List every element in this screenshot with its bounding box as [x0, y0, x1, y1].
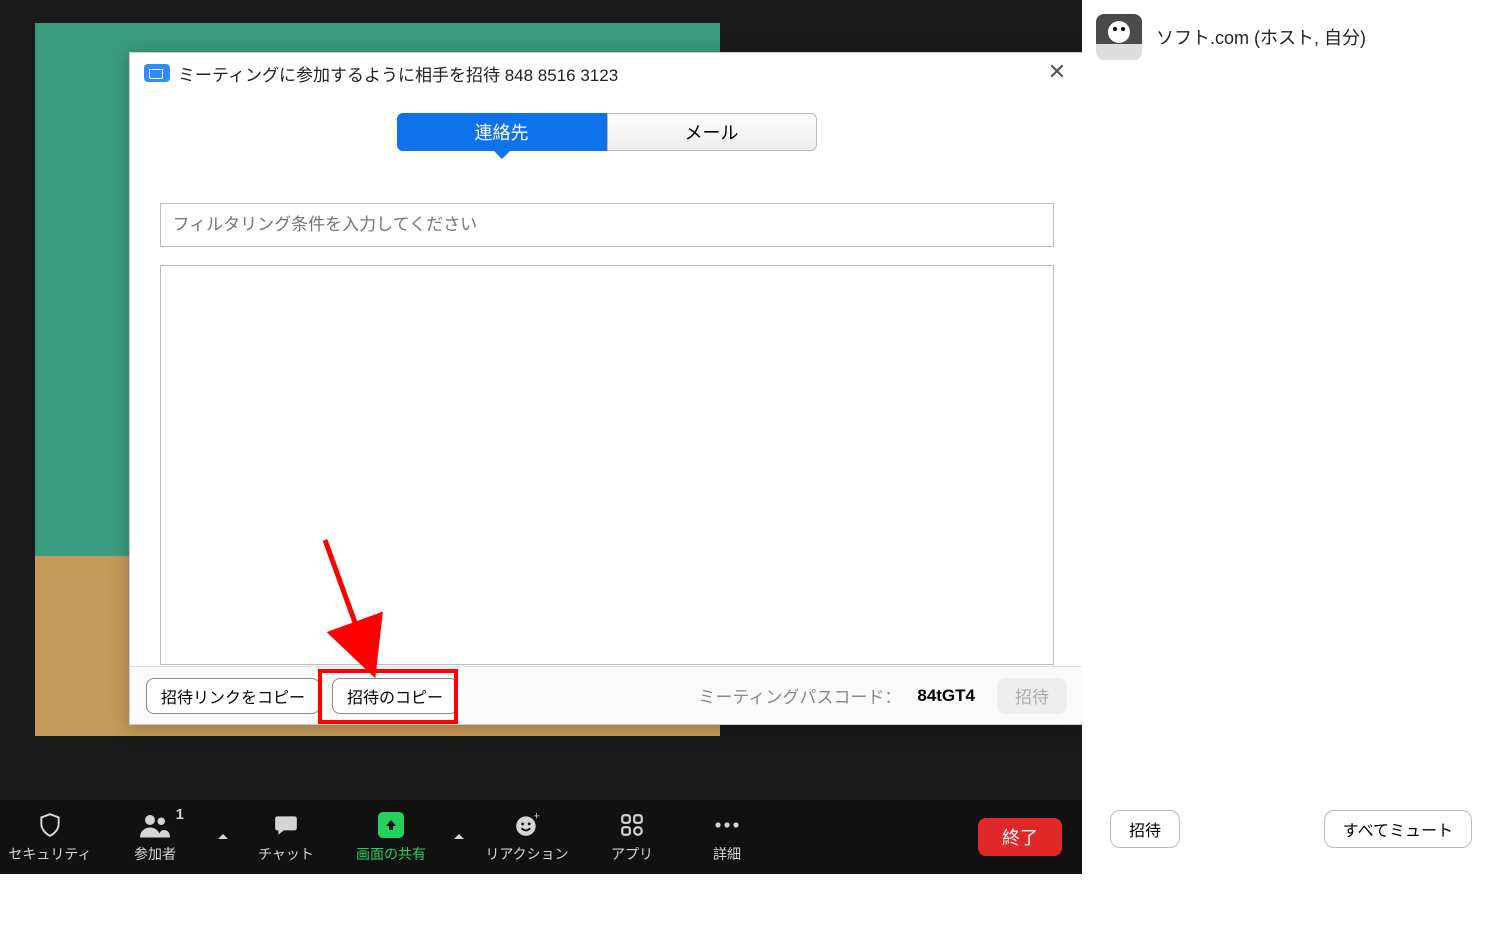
participants-chevron[interactable] — [210, 800, 236, 874]
toolbar-share-label: 画面の共有 — [356, 844, 426, 864]
dialog-header: ミーティングに参加するように相手を招待 848 8516 3123 ✕ — [130, 53, 1083, 93]
toolbar-apps[interactable]: アプリ — [582, 800, 682, 874]
toolbar-more-label: 詳細 — [713, 844, 741, 864]
reactions-icon: + — [513, 810, 541, 840]
meeting-toolbar: セキュリティ 1 参加者 チャット 画面の共有 — [0, 800, 1082, 874]
contacts-results — [160, 265, 1054, 665]
toolbar-chat[interactable]: チャット — [236, 800, 336, 874]
passcode-value: 84tGT4 — [917, 686, 975, 706]
toolbar-participants-label: 参加者 — [134, 844, 176, 864]
toolbar-participants[interactable]: 1 参加者 — [100, 800, 210, 874]
copy-link-button[interactable]: 招待リンクをコピー — [146, 678, 320, 714]
tab-row: 連絡先 メール — [130, 113, 1083, 151]
end-meeting-button[interactable]: 終了 — [978, 818, 1062, 856]
shield-icon — [37, 810, 63, 840]
copy-invite-button[interactable]: 招待のコピー — [332, 678, 458, 714]
toolbar-security-label: セキュリティ — [8, 844, 91, 864]
tab-email[interactable]: メール — [607, 113, 817, 151]
invite-dialog: ミーティングに参加するように相手を招待 848 8516 3123 ✕ 連絡先 … — [129, 52, 1084, 725]
close-icon[interactable]: ✕ — [1045, 61, 1069, 85]
share-chevron[interactable] — [446, 800, 472, 874]
toolbar-reactions-label: リアクション — [485, 844, 568, 864]
participants-panel-footer: 招待 すべてミュート — [1082, 810, 1500, 848]
panel-invite-button[interactable]: 招待 — [1110, 810, 1180, 848]
toolbar-security[interactable]: セキュリティ — [0, 800, 100, 874]
toolbar-more[interactable]: 詳細 — [682, 800, 772, 874]
participants-count-badge: 1 — [176, 806, 184, 823]
svg-text:+: + — [534, 812, 540, 823]
more-icon — [713, 810, 741, 840]
avatar — [1096, 14, 1142, 60]
passcode-label: ミーティングパスコード： — [698, 683, 901, 708]
toolbar-chat-label: チャット — [258, 844, 314, 864]
dialog-footer: 招待リンクをコピー 招待のコピー ミーティングパスコード： 84tGT4 招待 — [130, 666, 1083, 724]
zoom-icon — [144, 64, 170, 82]
toolbar-reactions[interactable]: + リアクション — [472, 800, 582, 874]
participants-icon — [140, 810, 170, 840]
toolbar-share-screen[interactable]: 画面の共有 — [336, 800, 446, 874]
dialog-title: ミーティングに参加するように相手を招待 848 8516 3123 — [178, 61, 618, 86]
invite-button-disabled: 招待 — [997, 678, 1067, 714]
filter-input[interactable] — [160, 203, 1054, 247]
share-screen-icon — [378, 810, 404, 840]
tab-contacts[interactable]: 連絡先 — [397, 113, 607, 151]
participant-name: ソフト.com (ホスト, 自分) — [1156, 24, 1366, 50]
participant-row[interactable]: ソフト.com (ホスト, 自分) — [1082, 0, 1500, 60]
chat-icon — [272, 810, 300, 840]
meeting-area: ミーティングに参加するように相手を招待 848 8516 3123 ✕ 連絡先 … — [0, 0, 1082, 874]
apps-icon — [618, 810, 646, 840]
participants-panel: ソフト.com (ホスト, 自分) 招待 すべてミュート — [1082, 0, 1500, 946]
mute-all-button[interactable]: すべてミュート — [1324, 810, 1472, 848]
toolbar-apps-label: アプリ — [611, 844, 653, 864]
